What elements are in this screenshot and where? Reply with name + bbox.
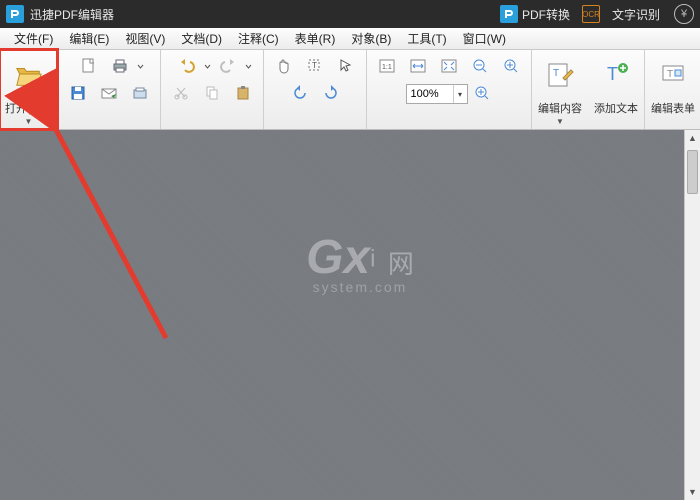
svg-text:T: T bbox=[312, 61, 317, 70]
watermark: Gxi 网 system.com bbox=[260, 230, 460, 295]
menu-tools[interactable]: 工具(T) bbox=[399, 28, 454, 49]
zoom-in-button[interactable] bbox=[497, 54, 525, 78]
chevron-down-icon[interactable] bbox=[137, 63, 144, 70]
edit-content-button[interactable]: T 编辑内容 ▼ bbox=[532, 50, 588, 129]
zoom-in-button-alt[interactable] bbox=[471, 82, 493, 104]
toolbar: 打开(O)... ▼ T bbox=[0, 50, 700, 130]
select-group: T bbox=[264, 50, 367, 129]
svg-text:T: T bbox=[553, 68, 559, 79]
add-text-icon: T bbox=[601, 54, 631, 96]
zoom-out-button[interactable] bbox=[466, 54, 494, 78]
new-document-button[interactable] bbox=[75, 54, 103, 78]
chevron-down-icon: ▼ bbox=[556, 119, 564, 125]
undo-button[interactable] bbox=[173, 54, 201, 78]
print-button[interactable] bbox=[106, 54, 134, 78]
edit-form-icon: T bbox=[658, 54, 688, 96]
ocr-button[interactable]: 文字识别 bbox=[604, 0, 668, 28]
scroll-thumb[interactable] bbox=[687, 150, 698, 194]
save-button[interactable] bbox=[64, 81, 92, 105]
menubar: 文件(F) 编辑(E) 视图(V) 文档(D) 注释(C) 表单(R) 对象(B… bbox=[0, 28, 700, 50]
paste-button[interactable] bbox=[229, 81, 257, 105]
add-text-button[interactable]: T 添加文本 bbox=[588, 50, 645, 129]
titlebar: 迅捷PDF编辑器 PDF转换 OCR 文字识别 ¥ bbox=[0, 0, 700, 28]
menu-object[interactable]: 对象(B) bbox=[343, 28, 399, 49]
vertical-scrollbar[interactable]: ▲ ▼ bbox=[684, 130, 700, 500]
edit-form-label: 编辑表单 bbox=[651, 100, 695, 116]
fit-width-button[interactable] bbox=[404, 54, 432, 78]
svg-text:T: T bbox=[607, 64, 618, 84]
open-label: 打开(O)... bbox=[5, 100, 52, 116]
rotate-ccw-button[interactable] bbox=[286, 81, 314, 105]
menu-window[interactable]: 窗口(W) bbox=[455, 28, 514, 49]
cut-button[interactable] bbox=[167, 81, 195, 105]
history-group bbox=[161, 50, 264, 129]
edit-content-icon: T bbox=[545, 54, 575, 96]
chevron-down-icon[interactable]: ▾ bbox=[453, 85, 467, 103]
chevron-down-icon: ▼ bbox=[25, 119, 33, 125]
zoom-combo[interactable]: ▾ bbox=[406, 84, 468, 104]
chevron-down-icon[interactable] bbox=[204, 63, 211, 70]
menu-form[interactable]: 表单(R) bbox=[287, 28, 344, 49]
add-text-label: 添加文本 bbox=[594, 100, 638, 116]
file-ops-group bbox=[58, 50, 161, 129]
zoom-input[interactable] bbox=[407, 88, 453, 100]
fit-page-button[interactable] bbox=[435, 54, 463, 78]
email-button[interactable] bbox=[95, 81, 123, 105]
rotate-cw-button[interactable] bbox=[317, 81, 345, 105]
menu-edit[interactable]: 编辑(E) bbox=[61, 28, 117, 49]
menu-view[interactable]: 视图(V) bbox=[117, 28, 173, 49]
scan-button[interactable] bbox=[126, 81, 154, 105]
text-select-button[interactable]: T bbox=[301, 54, 329, 78]
ocr-badge-icon: OCR bbox=[582, 5, 600, 23]
app-logo-icon bbox=[6, 5, 24, 23]
document-canvas[interactable]: Gxi 网 system.com bbox=[0, 130, 700, 500]
chevron-down-icon[interactable] bbox=[245, 63, 252, 70]
pointer-tool-button[interactable] bbox=[332, 54, 360, 78]
scroll-down-arrow[interactable]: ▼ bbox=[685, 484, 700, 500]
menu-document[interactable]: 文档(D) bbox=[173, 28, 230, 49]
app-title: 迅捷PDF编辑器 bbox=[30, 6, 114, 23]
folder-open-icon bbox=[14, 54, 44, 96]
zoom-group: 1:1 ▾ bbox=[367, 50, 532, 129]
svg-text:T: T bbox=[667, 69, 673, 80]
hand-tool-button[interactable] bbox=[270, 54, 298, 78]
menu-annotate[interactable]: 注释(C) bbox=[230, 28, 287, 49]
fit-actual-button[interactable]: 1:1 bbox=[373, 54, 401, 78]
menu-file[interactable]: 文件(F) bbox=[6, 28, 61, 49]
svg-text:1:1: 1:1 bbox=[382, 64, 392, 71]
edit-form-button[interactable]: T 编辑表单 bbox=[645, 50, 700, 129]
purchase-icon[interactable]: ¥ bbox=[674, 4, 694, 24]
scroll-up-arrow[interactable]: ▲ bbox=[685, 130, 700, 146]
pdf-convert-button[interactable]: PDF转换 bbox=[492, 0, 578, 28]
copy-button[interactable] bbox=[198, 81, 226, 105]
open-button[interactable]: 打开(O)... ▼ bbox=[0, 50, 58, 129]
pdf-convert-icon bbox=[500, 5, 518, 23]
edit-content-label: 编辑内容 bbox=[538, 100, 582, 116]
redo-button[interactable] bbox=[214, 54, 242, 78]
